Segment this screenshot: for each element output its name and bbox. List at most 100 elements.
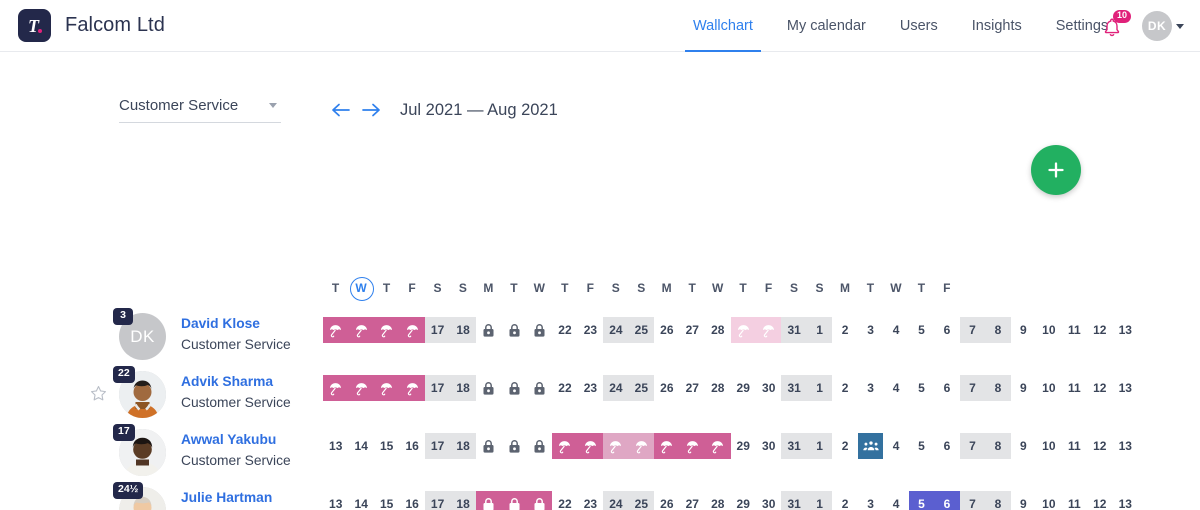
day-cell[interactable]: 6: [934, 317, 959, 343]
next-period-button[interactable]: [356, 96, 386, 124]
day-cell[interactable]: 13: [1113, 433, 1138, 459]
day-cell-public-holiday[interactable]: [501, 433, 526, 459]
day-cell[interactable]: 9: [1011, 317, 1036, 343]
day-cell[interactable]: 30: [756, 491, 781, 510]
day-cell[interactable]: 13: [1113, 491, 1138, 510]
day-cell[interactable]: 2: [832, 433, 857, 459]
day-cell-weekend[interactable]: 25: [628, 317, 655, 343]
day-cell[interactable]: 29: [731, 433, 756, 459]
day-cell-holiday[interactable]: [323, 317, 349, 343]
day-cell[interactable]: 5: [909, 375, 934, 401]
day-cell-public-holiday[interactable]: [476, 375, 501, 401]
day-cell-holiday[interactable]: [577, 433, 604, 459]
day-cell-holiday[interactable]: [399, 317, 425, 343]
day-cell[interactable]: 12: [1087, 491, 1112, 510]
day-cell[interactable]: 23: [578, 317, 603, 343]
nav-item-insights[interactable]: Insights: [955, 0, 1039, 52]
day-cell[interactable]: 3: [858, 491, 883, 510]
day-cell[interactable]: 10: [1036, 433, 1061, 459]
day-cell[interactable]: 26: [654, 375, 679, 401]
day-cell-weekend[interactable]: 31: [781, 375, 807, 401]
day-cell[interactable]: 9: [1011, 433, 1036, 459]
day-cell[interactable]: 22: [552, 375, 577, 401]
day-cell[interactable]: 12: [1087, 433, 1112, 459]
day-cell-weekend[interactable]: 17: [424, 433, 451, 459]
person-name-link[interactable]: Advik Sharma: [181, 374, 273, 389]
day-cell-holiday[interactable]: [654, 433, 680, 459]
day-cell-weekend[interactable]: 25: [628, 491, 655, 510]
day-cell[interactable]: 28: [705, 317, 730, 343]
day-cell[interactable]: 16: [399, 491, 424, 510]
day-cell[interactable]: 14: [348, 433, 373, 459]
nav-item-users[interactable]: Users: [883, 0, 955, 52]
day-cell[interactable]: 23: [578, 491, 603, 510]
day-cell-public-holiday[interactable]: [527, 433, 552, 459]
day-cell-weekend[interactable]: 1: [806, 433, 833, 459]
day-cell[interactable]: 10: [1036, 491, 1061, 510]
day-cell-weekend[interactable]: 17: [424, 375, 451, 401]
day-cell-weekend[interactable]: 31: [781, 317, 807, 343]
day-cell-public-holiday[interactable]: [476, 317, 501, 343]
day-cell[interactable]: 13: [1113, 375, 1138, 401]
day-cell-holiday[interactable]: [679, 433, 706, 459]
day-cell[interactable]: 13: [323, 491, 348, 510]
day-cell-public-holiday-booked[interactable]: [501, 491, 527, 510]
day-cell[interactable]: 12: [1087, 375, 1112, 401]
notifications-button[interactable]: 10: [1102, 10, 1132, 40]
day-cell[interactable]: 15: [374, 433, 399, 459]
nav-item-wallchart[interactable]: Wallchart: [676, 0, 770, 52]
person-name-link[interactable]: David Klose: [181, 316, 260, 331]
day-cell[interactable]: 11: [1062, 491, 1087, 510]
day-cell-weekend[interactable]: 8: [985, 433, 1011, 459]
previous-period-button[interactable]: [326, 96, 356, 124]
day-cell-weekend[interactable]: 1: [806, 491, 833, 510]
day-cell[interactable]: 23: [578, 375, 603, 401]
day-cell-weekend[interactable]: 8: [985, 317, 1011, 343]
day-cell-training[interactable]: [857, 433, 884, 459]
day-cell-weekend[interactable]: 7: [959, 491, 986, 510]
day-cell-weekend[interactable]: 7: [959, 375, 986, 401]
day-cell-public-holiday-booked[interactable]: [526, 491, 553, 510]
day-cell[interactable]: 9: [1011, 375, 1036, 401]
day-cell[interactable]: 14: [348, 491, 373, 510]
day-cell[interactable]: 5: [909, 433, 934, 459]
day-cell[interactable]: 4: [883, 375, 908, 401]
day-cell-weekend[interactable]: 18: [450, 491, 476, 510]
day-cell[interactable]: 9: [1011, 491, 1036, 510]
day-cell[interactable]: 27: [680, 317, 705, 343]
day-cell-holiday[interactable]: [399, 375, 425, 401]
day-cell-weekend[interactable]: 1: [806, 317, 833, 343]
day-cell-weekend[interactable]: 24: [603, 491, 629, 510]
day-cell-public-holiday[interactable]: [476, 433, 501, 459]
day-cell[interactable]: 2: [832, 375, 857, 401]
day-cell[interactable]: 16: [399, 433, 424, 459]
day-cell-weekend[interactable]: 8: [985, 375, 1011, 401]
day-cell[interactable]: 27: [680, 491, 705, 510]
day-cell[interactable]: 10: [1036, 375, 1061, 401]
day-cell-weekend[interactable]: 8: [985, 491, 1011, 510]
day-cell-holiday[interactable]: [348, 317, 374, 343]
day-cell-public-holiday[interactable]: [501, 317, 526, 343]
day-cell[interactable]: 4: [883, 491, 908, 510]
day-cell-public-holiday-booked[interactable]: [475, 491, 502, 510]
day-cell[interactable]: 2: [832, 491, 857, 510]
day-cell[interactable]: 12: [1087, 317, 1112, 343]
nav-item-my-calendar[interactable]: My calendar: [770, 0, 883, 52]
day-cell-weekend[interactable]: 25: [628, 375, 655, 401]
day-cell[interactable]: 22: [552, 317, 577, 343]
day-cell-weekend[interactable]: 17: [424, 491, 451, 510]
day-cell[interactable]: 27: [680, 375, 705, 401]
day-cell[interactable]: 30: [756, 433, 781, 459]
day-cell-holiday[interactable]: [603, 433, 629, 459]
day-cell-weekend[interactable]: 7: [959, 433, 986, 459]
day-cell-weekend[interactable]: 18: [450, 375, 476, 401]
day-cell-holiday[interactable]: [730, 317, 756, 343]
day-cell-public-holiday[interactable]: [527, 375, 552, 401]
day-cell-holiday[interactable]: [348, 375, 374, 401]
day-cell[interactable]: 10: [1036, 317, 1061, 343]
person-name-link[interactable]: Awwal Yakubu: [181, 432, 276, 447]
day-cell-other-leave[interactable]: 6: [934, 491, 960, 510]
day-cell[interactable]: 3: [858, 317, 883, 343]
day-cell[interactable]: 29: [731, 491, 756, 510]
add-booking-button[interactable]: [1031, 145, 1081, 195]
